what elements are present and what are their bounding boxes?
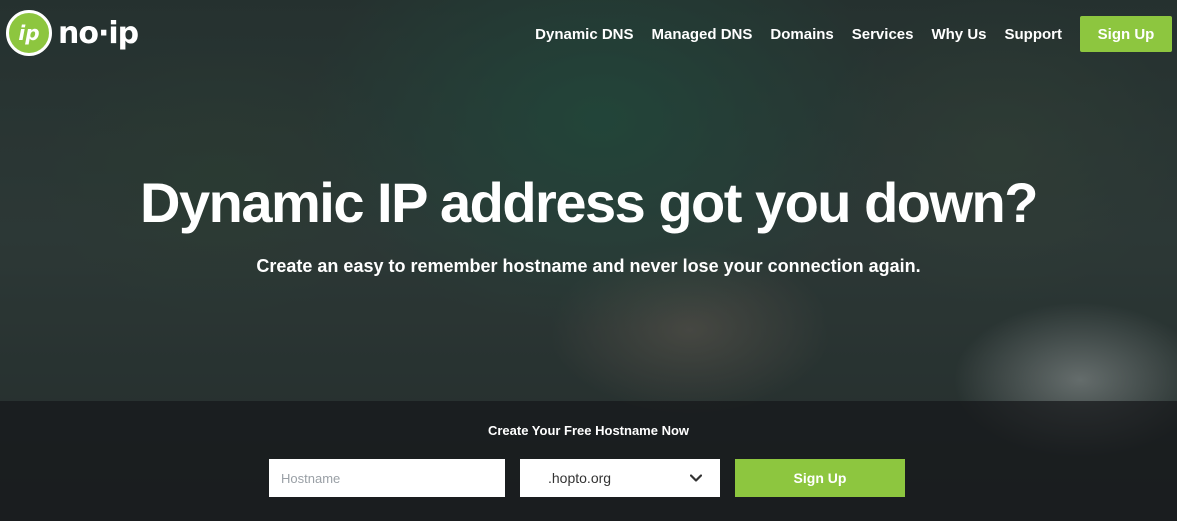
- nav-item-domains[interactable]: Domains: [770, 26, 833, 43]
- chevron-down-icon: [690, 474, 702, 482]
- logo-wordmark: no·ip: [58, 15, 139, 51]
- signup-form: .hopto.org Sign Up: [269, 459, 905, 497]
- nav-item-services[interactable]: Services: [852, 26, 914, 43]
- hero-headline: Dynamic IP address got you down?: [140, 171, 1038, 234]
- nav-item-why-us[interactable]: Why Us: [931, 26, 986, 43]
- hero-subheadline: Create an easy to remember hostname and …: [256, 256, 921, 276]
- logo-badge-text: ip: [18, 21, 40, 45]
- domain-select-value: .hopto.org: [548, 470, 612, 486]
- signup-band: Create Your Free Hostname Now .hopto.org…: [0, 401, 1177, 521]
- noip-logo-icon: ip: [6, 10, 52, 56]
- nav-item-managed-dns[interactable]: Managed DNS: [652, 26, 753, 43]
- domain-select[interactable]: .hopto.org: [520, 459, 720, 497]
- logo[interactable]: ip no·ip: [6, 10, 139, 56]
- hostname-input[interactable]: [269, 459, 505, 497]
- signup-form-title: Create Your Free Hostname Now: [487, 423, 690, 438]
- nav-item-support[interactable]: Support: [1005, 26, 1063, 43]
- signup-submit-button[interactable]: Sign Up: [735, 459, 905, 497]
- nav-signup-button[interactable]: Sign Up: [1080, 16, 1172, 52]
- nav-item-dynamic-dns[interactable]: Dynamic DNS: [535, 26, 633, 43]
- main-nav: Dynamic DNS Managed DNS Domains Services…: [535, 16, 1172, 52]
